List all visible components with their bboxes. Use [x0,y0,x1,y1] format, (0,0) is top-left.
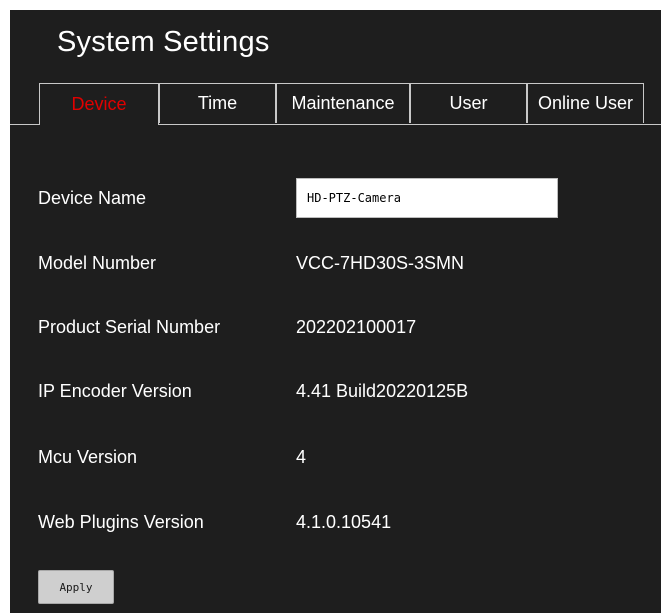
serial-number-label: Product Serial Number [38,317,221,337]
model-number-label: Model Number [38,253,157,273]
web-plugins-version-label: Web Plugins Version [38,512,204,532]
ip-encoder-version-label: IP Encoder Version [38,381,192,401]
device-name-label: Device Name [38,188,147,208]
mcu-version-label: Mcu Version [38,447,138,467]
system-settings-panel: System Settings Device Time Maintenance … [10,10,661,613]
device-name-input[interactable] [296,178,558,218]
serial-number-value: 202202100017 [296,317,417,337]
page-title: System Settings [57,26,270,58]
tab-time[interactable]: Time [159,83,276,123]
apply-button[interactable]: Apply [38,570,114,604]
mcu-version-value: 4 [296,447,307,467]
web-plugins-version-value: 4.1.0.10541 [296,512,392,532]
ip-encoder-version-value: 4.41 Build20220125B [296,381,469,401]
model-number-value: VCC-7HD30S-3SMN [296,253,465,273]
tab-user[interactable]: User [410,83,527,123]
tab-online-user[interactable]: Online User [527,83,644,123]
tab-maintenance[interactable]: Maintenance [276,83,410,123]
tab-device[interactable]: Device [39,83,159,125]
